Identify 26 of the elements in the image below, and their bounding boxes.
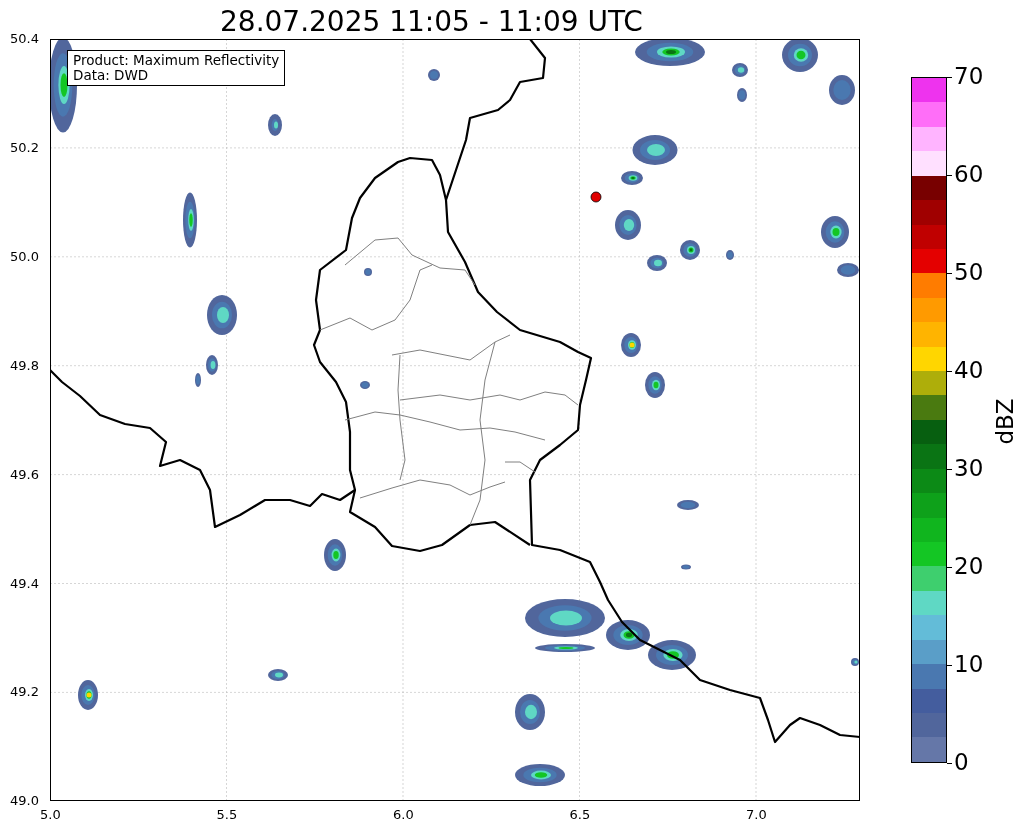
axis-tick-label: 49.2 xyxy=(10,685,39,699)
colorbar-tick-label: 30 xyxy=(954,457,984,480)
colorbar-tick-label: 20 xyxy=(954,555,984,578)
colorbar-tick-label: 10 xyxy=(954,653,984,676)
axis-tick-label: 49.4 xyxy=(10,576,39,590)
chart-title: 28.07.2025 11:05 - 11:09 UTC xyxy=(220,8,643,36)
colorbar-tick-label: 40 xyxy=(954,359,984,382)
colorbar-tick-label: 0 xyxy=(954,751,969,774)
axis-tick-label: 50.0 xyxy=(10,249,39,263)
axis-tick-label: 6.0 xyxy=(393,808,414,821)
axis-tick-label: 6.5 xyxy=(569,808,591,821)
axis-tick-label: 7.0 xyxy=(746,808,767,821)
axis-tick-label: 49.8 xyxy=(10,358,39,372)
colorbar-label: dBZ xyxy=(993,398,1017,445)
axis-tick-label: 49.0 xyxy=(10,794,39,808)
info-text: Data: DWD xyxy=(73,68,150,83)
colorbar-tick-label: 70 xyxy=(954,65,984,88)
axis-tick-label: 5.0 xyxy=(40,808,61,821)
info-text: Product: Maximum Reflectivity xyxy=(73,53,280,68)
axis-tick-label: 49.6 xyxy=(10,467,39,481)
axis-tick-label: 5.5 xyxy=(216,808,238,821)
axis-tick-label: 50.2 xyxy=(10,140,39,154)
colorbar-tick-label: 50 xyxy=(954,261,984,284)
location-marker xyxy=(590,191,602,203)
axis-tick-label: 50.4 xyxy=(10,32,39,45)
colorbar-tick-label: 60 xyxy=(954,163,984,186)
